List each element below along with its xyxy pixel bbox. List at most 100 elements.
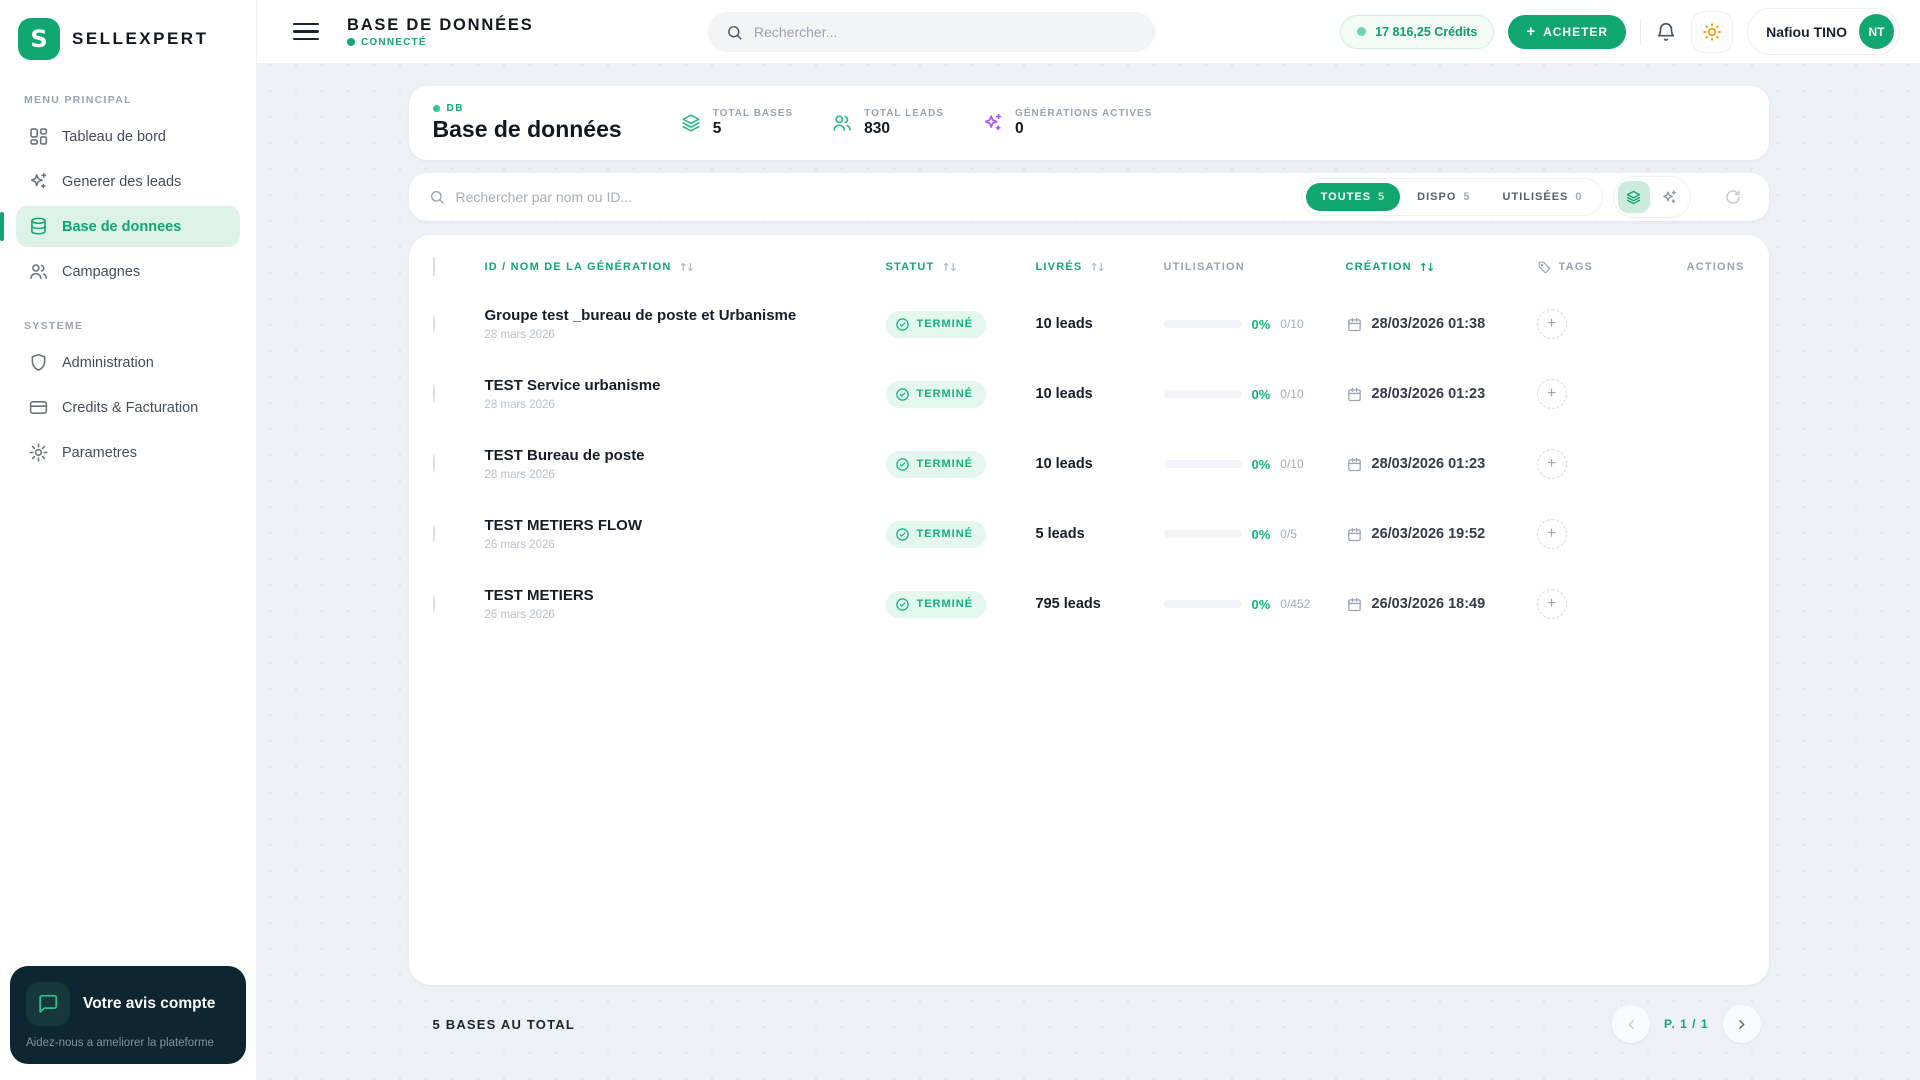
hamburger-menu-icon[interactable] — [293, 19, 319, 45]
credits-badge[interactable]: 17 816,25 Crédits — [1340, 14, 1495, 49]
sidebar-item-generer-des-leads[interactable]: Generer des leads — [16, 161, 240, 202]
usage-cell: 0% 0/452 — [1163, 597, 1346, 612]
sidebar-item-tableau-de-bord[interactable]: Tableau de bord — [16, 116, 240, 157]
row-checkbox[interactable] — [432, 454, 435, 473]
usage-cell: 0% 0/10 — [1163, 457, 1346, 472]
filter-tab-utilisees[interactable]: UTILISÉES 0 — [1488, 183, 1598, 211]
pagination: P. 1 / 1 — [1612, 1005, 1768, 1043]
leads-count: 10 leads — [1035, 386, 1093, 402]
creation-date: 28/03/2026 01:38 — [1371, 316, 1486, 332]
table-row[interactable]: Groupe test _bureau de poste et Urbanism… — [409, 289, 1769, 359]
column-header-actions: ACTIONS — [1685, 261, 1745, 273]
sidebar-item-parametres[interactable]: Parametres — [16, 432, 240, 473]
filter-tab-label: UTILISÉES — [1502, 191, 1569, 203]
badge-label: DB — [446, 103, 464, 114]
sidebar-item-label: Generer des leads — [62, 173, 182, 190]
filter-tabs: TOUTES 5 DISPO 5 UTILISÉES 0 — [1300, 178, 1603, 216]
row-checkbox[interactable] — [432, 384, 435, 403]
column-header-name[interactable]: ID / NOM DE LA GÉNÉRATION ↑↓ — [485, 261, 886, 274]
sidebar-item-credits-facturation[interactable]: Credits & Facturation — [16, 387, 240, 428]
row-checkbox[interactable] — [432, 524, 435, 543]
usage-percent: 0% — [1251, 386, 1271, 402]
calendar-icon — [1347, 527, 1361, 541]
leads-count: 10 leads — [1035, 456, 1093, 472]
filter-tab-dispo[interactable]: DISPO 5 — [1402, 183, 1485, 211]
avatar: NT — [1859, 14, 1894, 49]
table-row[interactable]: TEST Bureau de poste 28 mars 2026 TERMIN… — [409, 429, 1769, 499]
column-header-utilisation: UTILISATION — [1164, 261, 1346, 273]
sidebar-item-base-de-donnees[interactable]: Base de donnees — [0, 206, 240, 247]
column-header-statut[interactable]: STATUT ↑↓ — [886, 261, 1036, 274]
sidebar-item-label: Credits & Facturation — [62, 399, 199, 416]
badge-dot-icon — [432, 105, 440, 112]
usage-percent: 0% — [1251, 526, 1271, 542]
column-header-livres[interactable]: LIVRÉS ↑↓ — [1036, 261, 1164, 274]
creation-date: 28/03/2026 01:23 — [1371, 386, 1486, 402]
feedback-card[interactable]: Votre avis compte Aidez-nous a ameliorer… — [10, 966, 246, 1064]
add-tag-button[interactable]: + — [1536, 449, 1567, 479]
column-label: UTILISATION — [1163, 261, 1245, 273]
content: DB Base de données TOTAL BASES 5 TOTAL L… — [408, 86, 1769, 985]
user-menu[interactable]: Nafiou TINO NT — [1747, 8, 1900, 55]
notifications-button[interactable] — [1655, 21, 1677, 43]
table-row[interactable]: TEST Service urbanisme 28 mars 2026 TERM… — [409, 359, 1769, 429]
sidebar-item-label: Campagnes — [62, 263, 141, 280]
stat-total-leads: TOTAL LEADS 830 — [831, 108, 944, 138]
refresh-button[interactable] — [1715, 179, 1751, 215]
status-dot — [347, 38, 355, 46]
shield-icon — [31, 353, 46, 371]
sidebar-item-label: Base de donnees — [62, 218, 182, 235]
status-badge: TERMINÉ — [885, 310, 986, 338]
stat-label: GÉNÉRATIONS ACTIVES — [1015, 108, 1153, 119]
filter-tab-toutes[interactable]: TOUTES 5 — [1305, 183, 1401, 211]
usage-progress-bar — [1163, 530, 1242, 538]
app-root: S SELLEXPERT MENU PRINCIPAL Tableau de b… — [0, 0, 1920, 1080]
status-badge: TERMINÉ — [885, 590, 986, 618]
view-generations-button[interactable] — [1654, 181, 1686, 213]
add-tag-button[interactable]: + — [1536, 589, 1567, 619]
table-search-input[interactable] — [455, 189, 1291, 205]
generation-name: TEST METIERS — [484, 587, 594, 604]
previous-page-button[interactable] — [1612, 1005, 1651, 1043]
theme-toggle-button[interactable] — [1691, 10, 1734, 53]
check-circle-icon — [895, 527, 909, 541]
add-tag-button[interactable]: + — [1536, 309, 1567, 339]
status-label: TERMINÉ — [916, 388, 973, 400]
table-row[interactable]: TEST METIERS FLOW 26 mars 2026 TERMINÉ 5… — [409, 499, 1769, 569]
usage-progress-bar — [1163, 600, 1242, 608]
generation-date: 28 mars 2026 — [484, 469, 555, 481]
sidebar-item-administration[interactable]: Administration — [16, 342, 240, 383]
next-page-button[interactable] — [1722, 1005, 1761, 1043]
generation-name: Groupe test _bureau de poste et Urbanism… — [484, 307, 797, 324]
status-badge: TERMINÉ — [885, 520, 986, 548]
users-icon — [30, 264, 47, 279]
filter-tab-count: 0 — [1575, 191, 1583, 203]
credits-amount: 17 816,25 Crédits — [1375, 24, 1478, 39]
database-table: ID / NOM DE LA GÉNÉRATION ↑↓ STATUT ↑↓ L… — [408, 235, 1769, 985]
row-checkbox[interactable] — [432, 314, 435, 333]
connection-status: CONNECTÉ — [347, 37, 534, 48]
check-circle-icon — [895, 387, 909, 401]
layers-icon — [1626, 190, 1641, 204]
sidebar-item-label: Administration — [62, 354, 154, 371]
column-header-creation[interactable]: CRÉATION ↑↓ — [1346, 261, 1537, 274]
add-tag-button[interactable]: + — [1536, 519, 1567, 549]
divider — [1640, 18, 1642, 45]
creation-cell: 28/03/2026 01:23 — [1346, 456, 1537, 473]
add-tag-button[interactable]: + — [1536, 379, 1567, 409]
select-all-checkbox[interactable] — [432, 257, 435, 276]
generation-date: 26 mars 2026 — [484, 609, 555, 621]
usage-cell: 0% 0/10 — [1163, 317, 1346, 332]
creation-date: 26/03/2026 18:49 — [1371, 596, 1486, 612]
list-footer: 5 BASES AU TOTAL P. 1 / 1 — [409, 1005, 1769, 1043]
sidebar-item-campagnes[interactable]: Campagnes — [16, 251, 240, 292]
stat-value: 0 — [1015, 120, 1024, 137]
generation-name: TEST Service urbanisme — [484, 377, 661, 394]
global-search-input[interactable] — [754, 24, 1137, 40]
view-list-button[interactable] — [1617, 181, 1650, 213]
table-row[interactable]: TEST METIERS 26 mars 2026 TERMINÉ 795 le… — [409, 569, 1769, 639]
tag-icon — [1538, 261, 1550, 273]
row-checkbox[interactable] — [432, 594, 435, 613]
buy-credits-button[interactable]: + ACHETER — [1508, 14, 1627, 49]
credits-dot-icon — [1357, 27, 1367, 36]
